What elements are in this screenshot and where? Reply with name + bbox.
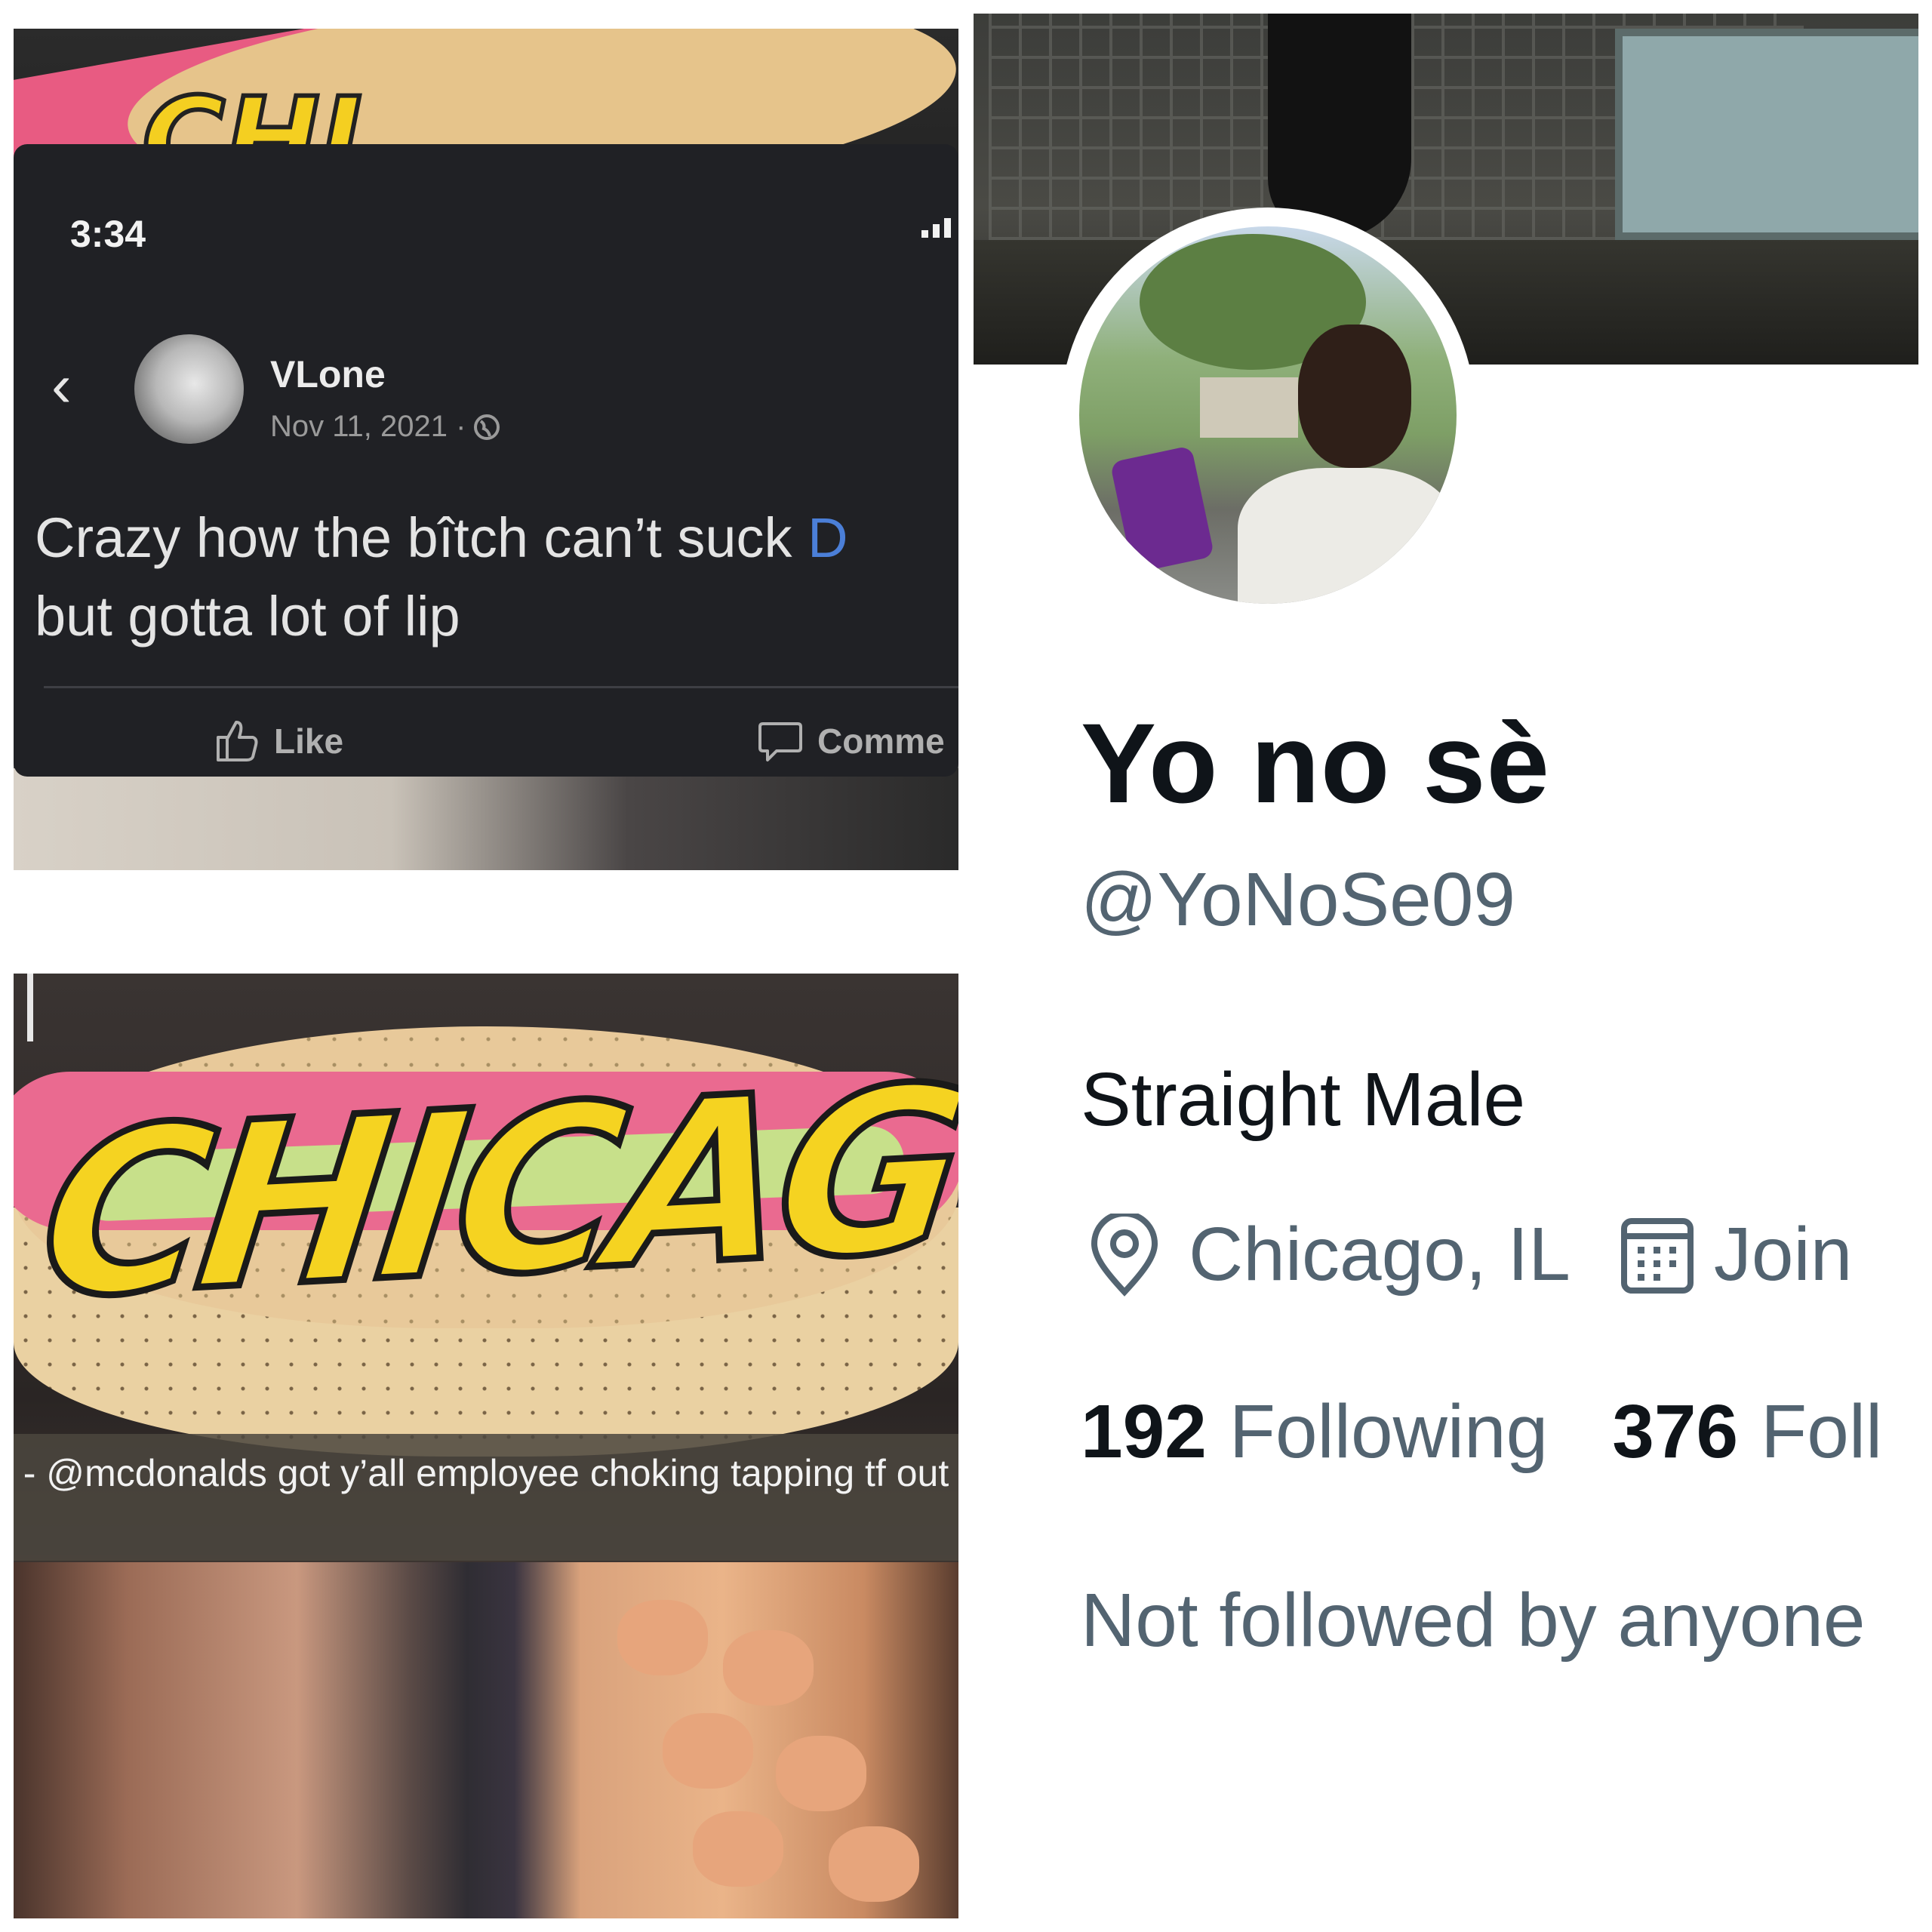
following-label: Following <box>1229 1389 1549 1474</box>
background-floor <box>14 768 958 870</box>
profile-stats: 192 Following 376 Foll <box>1081 1389 1882 1475</box>
signal-icon <box>921 218 951 238</box>
nugget <box>776 1736 866 1811</box>
followers-count: 376 <box>1612 1389 1739 1474</box>
comment-bubble-icon <box>758 722 802 761</box>
status-time: 3:34 <box>70 213 146 255</box>
story-progress-bar <box>27 974 33 1041</box>
avatar-face <box>1298 325 1411 468</box>
avatar-shirt <box>1238 468 1457 604</box>
divider <box>44 686 958 688</box>
video-frame-hands <box>14 1562 958 1918</box>
followers-link[interactable]: 376 Foll <box>1612 1389 1882 1475</box>
avatar-house <box>1200 377 1298 438</box>
like-button[interactable]: Like <box>214 718 343 764</box>
back-chevron-icon[interactable]: ‹ <box>51 355 72 416</box>
following-link[interactable]: 192 Following <box>1081 1389 1548 1475</box>
post-meta: Nov 11, 2021 · <box>270 410 500 444</box>
post-text-link-fragment[interactable]: D <box>808 506 848 569</box>
thumbs-up-icon <box>217 721 258 761</box>
avatar[interactable] <box>134 334 244 444</box>
profile-bio: Straight Male <box>1081 1057 1526 1142</box>
nugget <box>829 1826 919 1902</box>
post-text: Crazy how the bîtch can’t suck D but got… <box>35 499 958 656</box>
snapchat-story-screenshot: CHICAGO - @mcdonalds got y’all employee … <box>14 974 958 1918</box>
profile-avatar[interactable] <box>1079 226 1457 604</box>
story-caption: - @mcdonalds got y’all employee choking … <box>14 1434 958 1561</box>
post-date: Nov 11, 2021 · <box>270 410 466 443</box>
comment-button[interactable]: Comme <box>757 718 945 764</box>
like-label: Like <box>274 721 344 761</box>
banner-board <box>1615 29 1918 240</box>
banner-leg <box>1268 14 1411 240</box>
nugget <box>663 1713 753 1789</box>
profile-location: Chicago, IL <box>1189 1212 1571 1297</box>
location-pin-icon <box>1091 1213 1158 1297</box>
profile-meta: Chicago, IL Join <box>1087 1211 1852 1298</box>
comment-label: Comme <box>817 721 945 761</box>
profile-display-name: Yo no sè <box>1081 700 1550 826</box>
not-followed-notice: Not followed by anyone <box>1081 1578 1866 1663</box>
calendar-icon <box>1620 1217 1694 1294</box>
post-text-line1: Crazy how the bîtch can’t suck <box>35 506 808 569</box>
profile-handle: @YoNoSe09 <box>1081 857 1516 942</box>
facebook-post-screenshot: CHI 3:34 ‹ VLone Nov 11, 2021 · Crazy ho… <box>14 29 958 870</box>
author-name[interactable]: VLone <box>270 352 386 396</box>
post-text-line2: but gotta lot of lip <box>35 585 460 648</box>
followers-label: Foll <box>1761 1389 1883 1474</box>
nugget <box>723 1630 814 1706</box>
profile-joined: Join <box>1713 1212 1853 1297</box>
nugget <box>617 1600 708 1675</box>
following-count: 192 <box>1081 1389 1207 1474</box>
globe-icon <box>474 414 500 440</box>
nugget <box>693 1811 783 1887</box>
facebook-post-card: 3:34 ‹ VLone Nov 11, 2021 · Crazy how th… <box>14 144 958 777</box>
